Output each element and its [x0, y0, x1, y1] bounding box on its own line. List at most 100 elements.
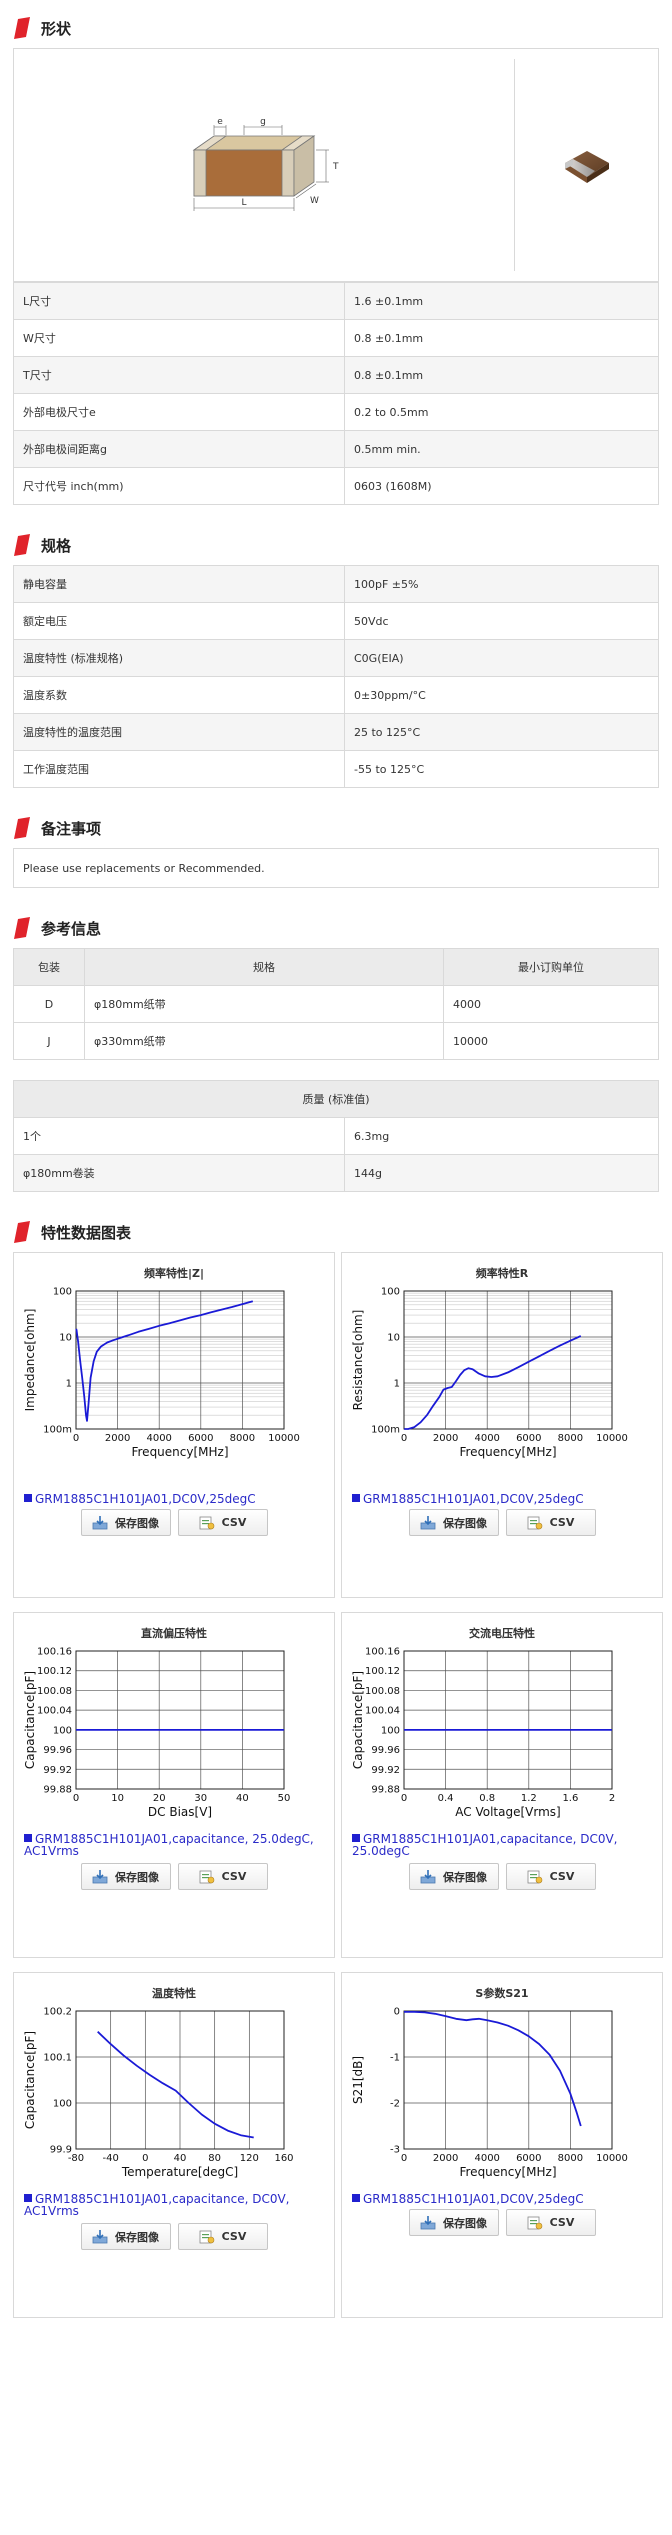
- y-axis-label: Resistance[ohm]: [351, 1310, 365, 1411]
- plot-background: [404, 1651, 612, 1789]
- section-specs-header: 规格: [13, 531, 659, 559]
- x-tick-label: 0: [401, 1793, 407, 1804]
- save-image-button[interactable]: 保存图像: [408, 1509, 499, 1536]
- chart-card: 交流电压特性 0 0.4 0.8 1.2 1.6 2 99.88 99.92 99.96 100 10…: [341, 1612, 663, 1958]
- legend-text: GRM1885C1H101JA01,DC0V,25degC: [35, 1492, 256, 1506]
- x-tick-label: 10000: [596, 2153, 628, 2164]
- packaging-row: Dφ180mm纸带 4000: [13, 985, 659, 1023]
- packaging-min-order: 10000: [443, 1022, 659, 1060]
- dimension-row-label: T尺寸: [13, 356, 345, 394]
- dimension-row-label: W尺寸: [13, 319, 345, 357]
- y-tick-label: 100.04: [37, 1706, 72, 1717]
- save-image-icon: [92, 1869, 108, 1883]
- page-bottom-spacer: [13, 2318, 659, 2382]
- save-image-button[interactable]: 保存图像: [80, 1863, 171, 1890]
- x-tick-label: 80: [208, 2153, 221, 2164]
- x-tick-label: 50: [278, 1793, 291, 1804]
- spec-row: 静电容量 100pF ±5%: [13, 565, 659, 603]
- save-image-label: 保存图像: [115, 2230, 159, 2244]
- mass-table: 质量 (标准值) 1个 6.3mg φ180mm卷装 144g: [13, 1080, 659, 1192]
- chart-legend: GRM1885C1H101JA01,DC0V,25degC: [24, 1493, 324, 1505]
- save-image-button[interactable]: 保存图像: [408, 1863, 499, 1890]
- mass-row: 1个 6.3mg: [13, 1117, 659, 1155]
- y-tick-label: 10: [59, 1333, 72, 1344]
- csv-button[interactable]: CSV: [177, 2223, 268, 2250]
- spec-row-value: 100pF ±5%: [344, 565, 659, 603]
- save-image-label: 保存图像: [115, 1870, 159, 1884]
- y-tick-label: -3: [390, 2145, 400, 2156]
- y-axis-label: Capacitance[pF]: [351, 1671, 365, 1769]
- x-tick-label: 40: [174, 2153, 187, 2164]
- y-tick-label: 100: [53, 1287, 72, 1298]
- y-tick-label: 1: [66, 1379, 72, 1390]
- x-tick-label: 1.6: [562, 1793, 578, 1804]
- dimension-row-value: 0603 (1608M): [344, 467, 659, 505]
- dimension-row: T尺寸 0.8 ±0.1mm: [13, 356, 659, 394]
- spec-row-label: 温度系数: [13, 676, 345, 714]
- csv-button[interactable]: CSV: [177, 1863, 268, 1890]
- save-image-button[interactable]: 保存图像: [408, 2209, 499, 2236]
- spec-row-label: 额定电压: [13, 602, 345, 640]
- spec-row: 温度特性的温度范围 25 to 125°C: [13, 713, 659, 751]
- x-tick-label: 0: [73, 1433, 79, 1444]
- mass-value: 144g: [344, 1154, 659, 1192]
- x-tick-label: 0: [73, 1793, 79, 1804]
- plot-background: [404, 2011, 612, 2149]
- csv-button[interactable]: CSV: [505, 1863, 596, 1890]
- packaging-code: J: [13, 1022, 85, 1060]
- csv-button[interactable]: CSV: [505, 1509, 596, 1536]
- chart-actions: 保存图像 CSV: [14, 2223, 334, 2250]
- chart-plot: 0 2000 4000 6000 8000 10000 100m 1 10 100 Frequenc…: [23, 1287, 300, 1460]
- x-tick-label: 1.2: [521, 1793, 537, 1804]
- specs-table: 静电容量 100pF ±5% 额定电压 50Vdc 温度特性 (标准规格) C0G(EIA…: [13, 565, 659, 788]
- x-tick-label: 160: [274, 2153, 293, 2164]
- x-tick-label: -40: [102, 2153, 118, 2164]
- y-tick-label: 99.96: [371, 1745, 400, 1756]
- chart-title: S参数S21: [475, 1987, 529, 2000]
- spec-row: 工作温度范围 -55 to 125°C: [13, 750, 659, 788]
- y-tick-label: 99.92: [43, 1765, 72, 1776]
- csv-label: CSV: [549, 1870, 575, 1883]
- legend-text: GRM1885C1H101JA01,capacitance, DC0V, AC1…: [24, 2192, 290, 2218]
- dimension-row-label: 外部电极尺寸e: [13, 393, 345, 431]
- csv-icon: [527, 2216, 542, 2229]
- x-tick-label: 2000: [105, 1433, 130, 1444]
- chart-plot: 0 10 20 30 40 50 99.88 99.92 99.96 100 100.04 100.0…: [23, 1647, 291, 1820]
- packaging-header-spec: 规格: [84, 948, 444, 986]
- csv-button[interactable]: CSV: [177, 1509, 268, 1536]
- save-image-button[interactable]: 保存图像: [80, 2223, 171, 2250]
- save-image-label: 保存图像: [443, 2216, 487, 2230]
- packaging-header-package: 包装: [13, 948, 85, 986]
- csv-icon: [199, 2230, 214, 2243]
- chip-photo-image: [564, 151, 609, 183]
- x-tick-label: 10000: [268, 1433, 300, 1444]
- x-tick-label: 0.4: [438, 1793, 454, 1804]
- legend-text: GRM1885C1H101JA01,DC0V,25degC: [363, 2192, 584, 2206]
- x-axis-label: AC Voltage[Vrms]: [455, 1805, 560, 1819]
- save-image-button[interactable]: 保存图像: [80, 1509, 171, 1536]
- legend-swatch: [352, 1494, 360, 1502]
- x-tick-label: 0: [142, 2153, 148, 2164]
- spec-row-value: 50Vdc: [344, 602, 659, 640]
- y-tick-label: 100.16: [37, 1647, 72, 1658]
- section-flag-icon: [14, 1221, 30, 1243]
- x-axis-label: DC Bias[V]: [148, 1805, 212, 1819]
- y-tick-label: 99.88: [371, 1785, 400, 1796]
- chart-card: S参数S21 0 2000 4000 6000 8000 10000 -3 -2 -1 0 Frequ…: [341, 1972, 663, 2318]
- save-image-icon: [420, 1515, 436, 1529]
- chart-plot: -80 -40 0 40 80 120 16099.9100100.1100.2Temper…: [23, 2007, 294, 2180]
- csv-button[interactable]: CSV: [505, 2209, 596, 2236]
- y-tick-label: 100.2: [43, 2007, 72, 2018]
- y-tick-label: 100: [381, 1287, 400, 1298]
- dimension-row-value: 0.2 to 0.5mm: [344, 393, 659, 431]
- dim-label-l: L: [241, 198, 246, 208]
- chart-card: 温度特性 -80 -40 0 40 80 120 160 99.9 100 100.1 100.2 Te…: [13, 1972, 335, 2318]
- x-tick-label: 4000: [146, 1433, 171, 1444]
- spec-row: 温度特性 (标准规格) C0G(EIA): [13, 639, 659, 677]
- x-tick-label: 10: [111, 1793, 124, 1804]
- spec-row-label: 温度特性的温度范围: [13, 713, 345, 751]
- chart-plot: 0 0.4 0.8 1.2 1.6 2 99.88 99.92 99.96 100 100.04 10…: [351, 1647, 615, 1820]
- dim-label-g: g: [260, 117, 266, 127]
- y-axis-label: Capacitance[pF]: [23, 1671, 37, 1769]
- dim-label-e: e: [217, 117, 223, 127]
